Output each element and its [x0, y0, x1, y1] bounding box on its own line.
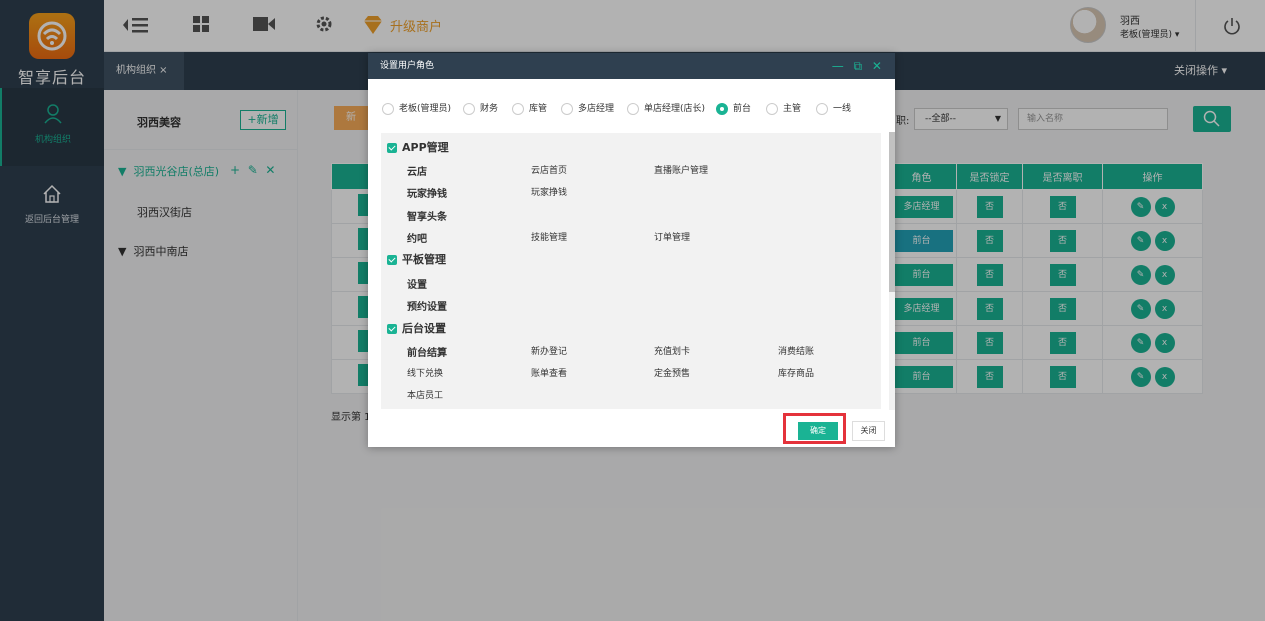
role-option-front-desk[interactable]: 前台	[716, 101, 751, 115]
checkbox-checked-icon[interactable]	[387, 255, 397, 265]
perm-item[interactable]: 定金预售	[654, 366, 690, 379]
perm-item[interactable]: 新办登记	[531, 344, 567, 357]
perm-item[interactable]: 消费结账	[778, 344, 814, 357]
perm-item[interactable]: 本店员工	[407, 388, 443, 401]
perm-item[interactable]: 线下兑换	[407, 366, 443, 379]
perm-item[interactable]: 约吧	[407, 230, 427, 245]
radio-icon	[627, 102, 639, 115]
group-app[interactable]: APP管理	[387, 139, 449, 155]
dialog-header: 设置用户角色 — ⧉ ✕	[368, 53, 895, 79]
group-backend[interactable]: 后台设置	[387, 320, 446, 336]
radio-selected-icon	[716, 102, 728, 115]
radio-icon	[816, 102, 828, 115]
role-option-stock[interactable]: 库管	[512, 101, 547, 115]
checkbox-checked-icon[interactable]	[387, 143, 397, 153]
role-option-store-manager[interactable]: 单店经理(店长)	[627, 101, 705, 115]
scrollbar-thumb[interactable]	[889, 132, 895, 292]
perm-item[interactable]: 云店首页	[531, 163, 567, 176]
radio-icon	[463, 102, 475, 115]
close-button[interactable]: 关闭	[852, 421, 885, 441]
radio-icon	[766, 102, 778, 115]
confirm-button[interactable]: 确定	[798, 422, 838, 440]
perm-item[interactable]: 玩家挣钱	[407, 185, 447, 200]
perm-item[interactable]: 订单管理	[654, 230, 690, 243]
group-tablet[interactable]: 平板管理	[387, 251, 446, 267]
perm-item[interactable]: 预约设置	[407, 298, 447, 313]
perm-item[interactable]: 库存商品	[778, 366, 814, 379]
role-option-finance[interactable]: 财务	[463, 101, 498, 115]
radio-icon	[561, 102, 573, 115]
perm-item[interactable]: 设置	[407, 276, 427, 291]
perm-item[interactable]: 云店	[407, 163, 427, 178]
radio-icon	[512, 102, 524, 115]
perm-item[interactable]: 账单查看	[531, 366, 567, 379]
perm-item[interactable]: 智享头条	[407, 208, 447, 223]
role-option-supervisor[interactable]: 主管	[766, 101, 801, 115]
checkbox-checked-icon[interactable]	[387, 324, 397, 334]
dialog-title: 设置用户角色	[380, 61, 435, 71]
role-option-multi-manager[interactable]: 多店经理	[561, 101, 614, 115]
role-option-boss[interactable]: 老板(管理员)	[382, 101, 451, 115]
perm-item[interactable]: 充值划卡	[654, 344, 690, 357]
perm-item[interactable]: 技能管理	[531, 230, 567, 243]
perm-item[interactable]: 玩家挣钱	[531, 185, 567, 198]
window-controls[interactable]: — ⧉ ✕	[832, 53, 885, 79]
role-option-frontline[interactable]: 一线	[816, 101, 851, 115]
permission-list: APP管理 云店 云店首页 直播账户管理 玩家挣钱 玩家挣钱 智享头条 约吧 技…	[381, 133, 881, 409]
perm-item[interactable]: 前台结算	[407, 344, 447, 359]
role-radio-group: 老板(管理员) 财务 库管 多店经理 单店经理(店长) 前台 主管 一线	[382, 101, 882, 115]
perm-item[interactable]: 直播账户管理	[654, 163, 708, 176]
radio-icon	[382, 102, 394, 115]
set-role-dialog: 设置用户角色 — ⧉ ✕ 老板(管理员) 财务 库管 多店经理 单店经理(店长)…	[368, 53, 895, 447]
